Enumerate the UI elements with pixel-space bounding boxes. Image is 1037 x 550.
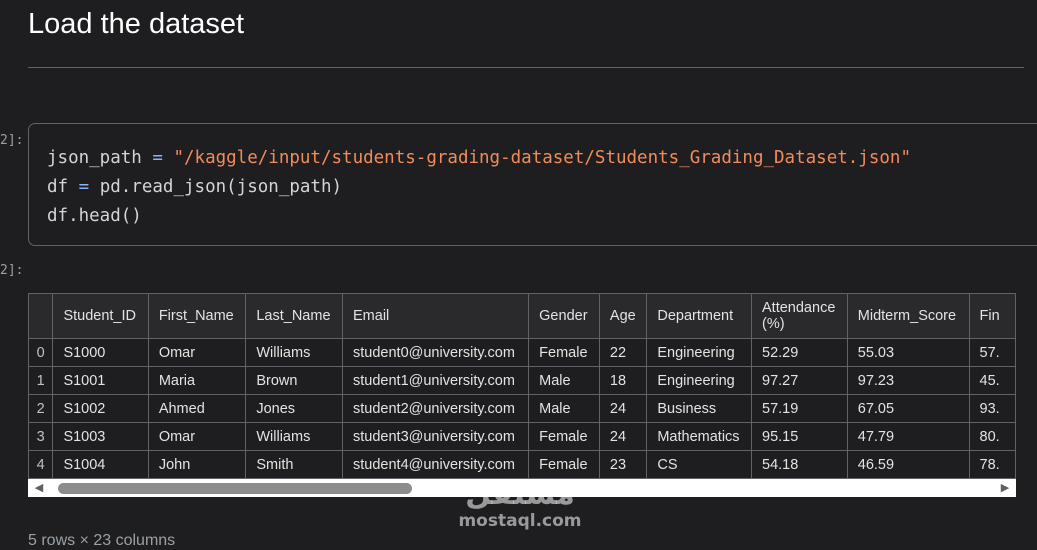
- table-cell: 54.18: [751, 450, 848, 479]
- table-cell: 22: [598, 338, 648, 367]
- table-row: 4 S1004 John Smith student4@university.c…: [28, 450, 1016, 479]
- table-cell: Male: [528, 366, 600, 395]
- table-cell: Williams: [245, 338, 344, 367]
- column-header: Fin: [968, 293, 1016, 339]
- watermark-latin: mostaql.com: [458, 511, 582, 531]
- table-cell: student1@university.com: [342, 366, 530, 395]
- row-index: 3: [28, 422, 54, 451]
- table-cell: Female: [528, 450, 600, 479]
- code-operator: =: [78, 177, 90, 197]
- code-editor[interactable]: json_path = "/kaggle/input/students-grad…: [47, 144, 911, 231]
- column-header: Midterm_Score: [846, 293, 970, 339]
- table-cell: 57.: [968, 338, 1016, 367]
- table-cell: 24: [598, 422, 648, 451]
- table-cell: student3@university.com: [342, 422, 530, 451]
- table-row: 0 S1000 Omar Williams student0@universit…: [28, 338, 1016, 367]
- column-header: Email: [342, 293, 530, 339]
- table-cell: Omar: [147, 422, 247, 451]
- table-cell: Mathematics: [646, 422, 753, 451]
- heading-divider: [28, 67, 1024, 68]
- dataframe-shape-summary: 5 rows × 23 columns: [28, 532, 176, 549]
- row-index: 1: [28, 366, 54, 395]
- code-call: pd.read_json(json_path): [99, 177, 343, 197]
- input-prompt: 2]:: [0, 133, 24, 148]
- code-var: df: [47, 177, 69, 197]
- row-index: 0: [28, 338, 54, 367]
- table-cell: 23: [598, 450, 648, 479]
- table-cell: 57.19: [751, 394, 848, 423]
- table-cell: Williams: [245, 422, 344, 451]
- table-cell: 67.05: [846, 394, 970, 423]
- table-cell: student4@university.com: [342, 450, 530, 479]
- scroll-right-arrow-icon[interactable]: ▶: [996, 479, 1014, 497]
- column-header: Attendance (%): [751, 293, 848, 339]
- column-header: Age: [598, 293, 648, 339]
- table-cell: 97.23: [846, 366, 970, 395]
- table-cell: 95.15: [751, 422, 848, 451]
- code-string: "/kaggle/input/students-grading-dataset/…: [173, 148, 911, 168]
- table-cell: Jones: [245, 394, 344, 423]
- code-call: df.head(): [47, 206, 142, 226]
- column-header: Department: [646, 293, 753, 339]
- column-header: First_Name: [147, 293, 247, 339]
- table-row: 1 S1001 Maria Brown student1@university.…: [28, 366, 1016, 395]
- table-cell: Brown: [245, 366, 344, 395]
- table-cell: 55.03: [846, 338, 970, 367]
- table-cell: S1000: [52, 338, 149, 367]
- table-cell: 52.29: [751, 338, 848, 367]
- table-cell: S1003: [52, 422, 149, 451]
- table-cell: 18: [598, 366, 648, 395]
- watermark-arabic: مستقل: [465, 477, 575, 512]
- table-cell: 45.: [968, 366, 1016, 395]
- table-cell: Female: [528, 338, 600, 367]
- table-cell: Engineering: [646, 366, 753, 395]
- column-header: Student_ID: [52, 293, 149, 339]
- code-operator: =: [152, 148, 163, 168]
- table-cell: Maria: [147, 366, 247, 395]
- output-prompt: 2]:: [0, 263, 24, 278]
- table-cell: S1004: [52, 450, 149, 479]
- table-cell: 78.: [968, 450, 1016, 479]
- table-cell: S1002: [52, 394, 149, 423]
- table-header-row: Student_ID First_Name Last_Name Email Ge…: [28, 293, 1016, 339]
- table-cell: S1001: [52, 366, 149, 395]
- table-cell: 46.59: [846, 450, 970, 479]
- scroll-left-arrow-icon[interactable]: ◀: [30, 479, 48, 497]
- code-cell[interactable]: json_path = "/kaggle/input/students-grad…: [28, 123, 1037, 246]
- table-cell: John: [147, 450, 247, 479]
- table-cell: 97.27: [751, 366, 848, 395]
- table-cell: Omar: [147, 338, 247, 367]
- table-cell: student2@university.com: [342, 394, 530, 423]
- index-header: [28, 293, 54, 339]
- table-cell: Male: [528, 394, 600, 423]
- section-heading: Load the dataset: [28, 8, 245, 40]
- column-header: Gender: [528, 293, 600, 339]
- table-cell: Smith: [245, 450, 344, 479]
- table-row: 2 S1002 Ahmed Jones student2@university.…: [28, 394, 1016, 423]
- table-cell: 80.: [968, 422, 1016, 451]
- table-row: 3 S1003 Omar Williams student3@universit…: [28, 422, 1016, 451]
- table-cell: 24: [598, 394, 648, 423]
- row-index: 4: [28, 450, 54, 479]
- table-cell: CS: [646, 450, 753, 479]
- watermark-logo: مستقل mostaql.com: [455, 477, 585, 531]
- table-cell: 93.: [968, 394, 1016, 423]
- dataframe-table: Student_ID First_Name Last_Name Email Ge…: [28, 293, 1016, 479]
- table-cell: student0@university.com: [342, 338, 530, 367]
- row-index: 2: [28, 394, 54, 423]
- table-cell: Engineering: [646, 338, 753, 367]
- table-cell: Ahmed: [147, 394, 247, 423]
- table-cell: Business: [646, 394, 753, 423]
- table-cell: 47.79: [846, 422, 970, 451]
- scrollbar-thumb[interactable]: [58, 483, 412, 494]
- dataframe-output: Student_ID First_Name Last_Name Email Ge…: [28, 293, 1016, 479]
- code-var: json_path: [47, 148, 142, 168]
- column-header: Last_Name: [245, 293, 344, 339]
- table-cell: Female: [528, 422, 600, 451]
